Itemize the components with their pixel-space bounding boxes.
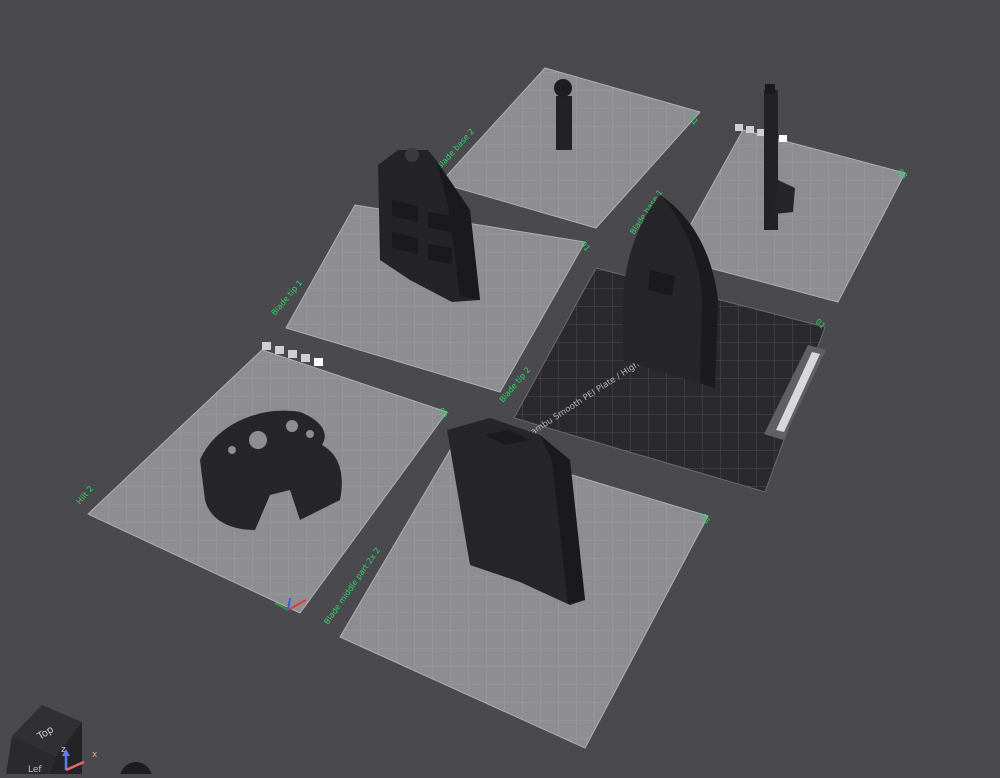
view-cube-side-label: Lef <box>28 765 42 774</box>
axis-x-label: x <box>92 750 98 760</box>
arrange-icon[interactable] <box>735 124 743 131</box>
scene[interactable]: 01 Blade base 2 03 Blade base 1 01 Blade… <box>0 0 1000 778</box>
edit-icon[interactable] <box>779 135 787 142</box>
axis-z-label: z <box>61 745 66 755</box>
plate-label: Hilt 2 <box>75 484 96 506</box>
3d-viewport[interactable]: 01 Blade base 2 03 Blade base 1 01 Blade… <box>0 0 1000 778</box>
model-small-column[interactable] <box>554 79 572 150</box>
orient-icon[interactable] <box>746 126 754 133</box>
settings-icon[interactable] <box>301 354 310 362</box>
orient-icon[interactable] <box>275 346 284 354</box>
lock-icon[interactable] <box>288 350 297 358</box>
view-sphere-icon[interactable] <box>120 762 152 778</box>
edit-icon[interactable] <box>314 358 323 366</box>
arrange-icon[interactable] <box>262 342 271 350</box>
lock-icon[interactable] <box>757 129 765 136</box>
view-cube[interactable]: Top Lef z x <box>6 705 98 775</box>
